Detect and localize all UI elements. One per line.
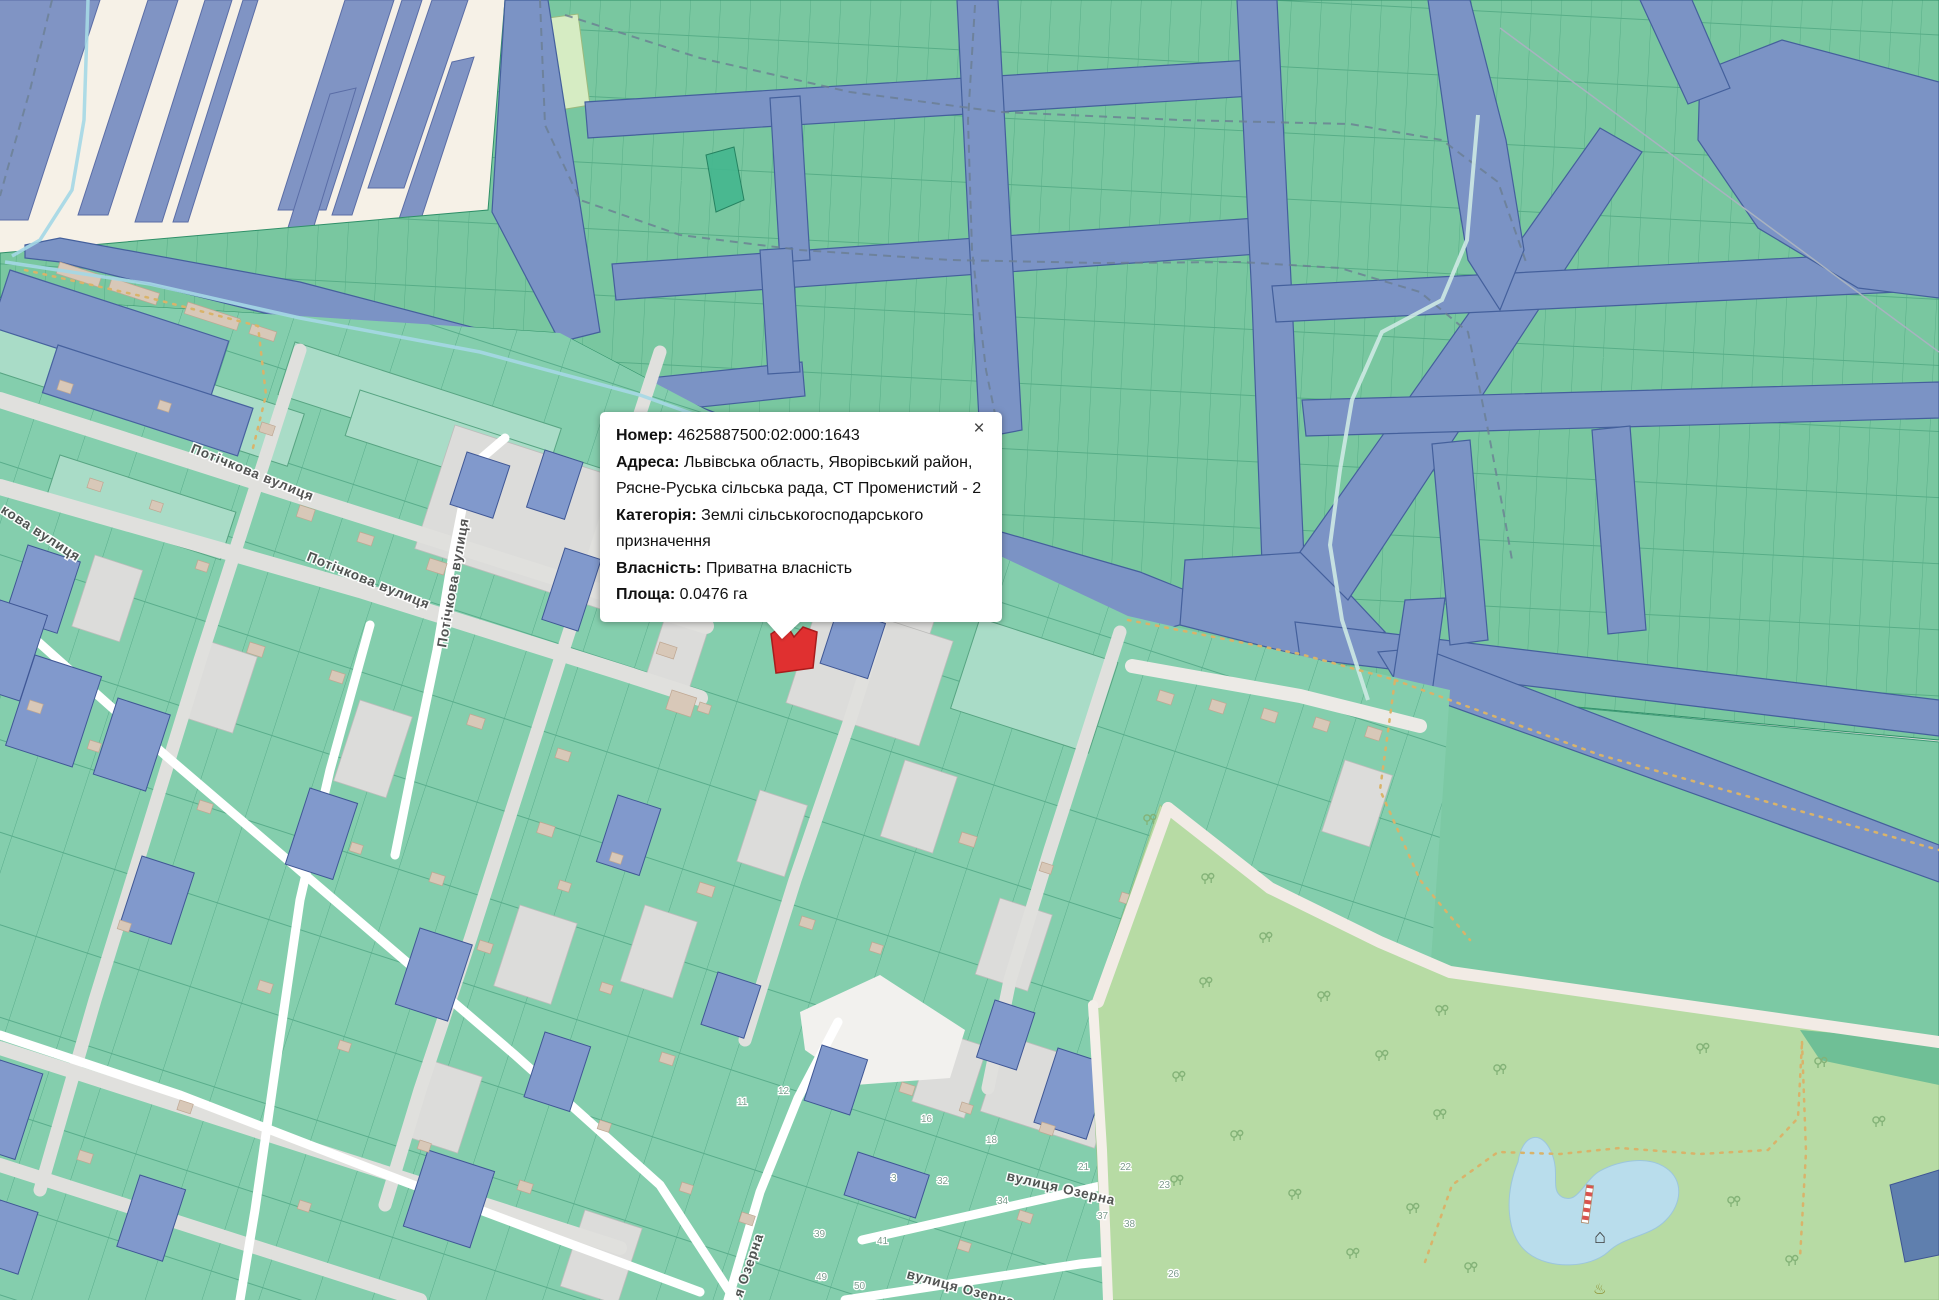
lot-number: 50 (854, 1281, 866, 1292)
lot-number: 21 (1078, 1162, 1090, 1173)
lot-number: 12 (778, 1086, 790, 1097)
lot-number: 16 (921, 1114, 933, 1125)
parcel-info-popup: × Номер: 4625887500:02:000:1643 Адреса: … (600, 412, 1002, 639)
shelter-icon: ⌂ (1594, 1226, 1606, 1248)
map-canvas[interactable]: ⌂ ♨ Потічкова вулицяПотічкова вулиця Поті… (0, 0, 1939, 1300)
field-value: 0.0476 га (679, 586, 748, 603)
lot-number: 11 (737, 1097, 748, 1108)
lot-number: 41 (877, 1236, 889, 1247)
lot-number: 39 (814, 1229, 826, 1240)
parcel-ownership-row: Власність: Приватна власність (616, 556, 986, 583)
field-value: 4625887500:02:000:1643 (677, 427, 860, 444)
parcel-category-row: Категорія: Землі сільськогосподарського … (616, 503, 986, 556)
lot-number: 34 (997, 1196, 1009, 1207)
picnic-icon: ♨ (1593, 1281, 1606, 1298)
parcel-number-row: Номер: 4625887500:02:000:1643 (616, 423, 986, 450)
lot-number: 3 (891, 1173, 897, 1184)
field-label: Власність: (616, 559, 702, 577)
parcel-address-row: Адреса: Львівська область, Яворівський р… (616, 450, 986, 503)
lot-number: 22 (1120, 1162, 1132, 1173)
field-value: Приватна власність (705, 559, 853, 577)
field-label: Адреса: (616, 453, 680, 471)
field-label: Категорія: (616, 506, 697, 524)
popup-close-button[interactable]: × (969, 419, 989, 439)
lot-number: 49 (816, 1272, 828, 1283)
lot-number: 38 (1124, 1219, 1136, 1230)
lot-number: 37 (1097, 1211, 1109, 1222)
field-label: Площа: (616, 586, 676, 603)
popup-pointer (766, 620, 801, 639)
lot-number: 32 (937, 1176, 949, 1187)
lot-number: 23 (1159, 1180, 1171, 1191)
lot-number: 18 (986, 1135, 998, 1146)
map-stage: ⌂ ♨ Потічкова вулиця Потічкова вулиця Поті… (0, 0, 1939, 1300)
lot-number: 26 (1168, 1269, 1180, 1280)
field-label: Номер: (616, 427, 673, 444)
parcel-area-row: Площа: 0.0476 га (616, 582, 986, 609)
